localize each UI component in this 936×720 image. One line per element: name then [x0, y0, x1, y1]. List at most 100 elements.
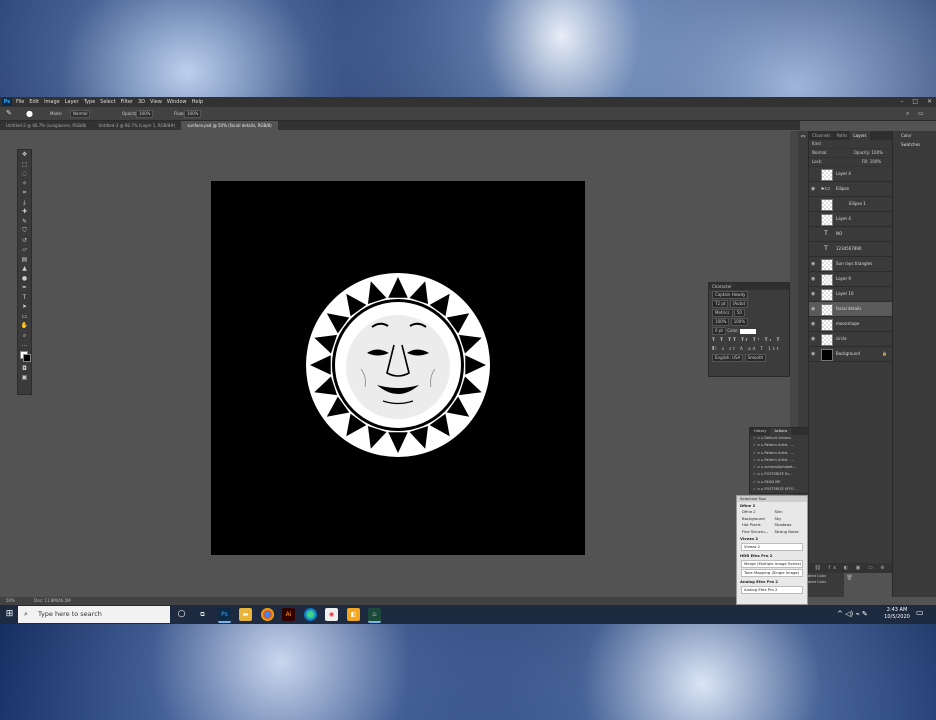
dodge-tool-icon[interactable]: ● [18, 274, 31, 284]
tab-layers[interactable]: Layers [850, 131, 870, 140]
layer-row[interactable]: ◉ ▸▭ Ellipse [809, 182, 893, 197]
marquee-tool-icon[interactable]: ⬚ [18, 160, 31, 170]
cortana-icon[interactable]: ○ [175, 608, 188, 621]
layer-row[interactable]: ◉ circle [809, 332, 893, 347]
illustrator-icon[interactable]: Ai [282, 608, 295, 621]
fill-input[interactable]: 100% [870, 159, 881, 164]
task-view-icon[interactable]: ⧉ [196, 608, 209, 621]
search-icon[interactable]: ⌕ [906, 107, 909, 120]
layer-row[interactable]: T 1234567890 [809, 242, 893, 257]
adjust-color-item-2[interactable]: ated Color [808, 579, 844, 585]
layer-row[interactable]: Layer 4 [809, 167, 893, 182]
document-tab[interactable]: Untitled-3 @ 66.7% (Layer 1, RGB/8#) [92, 121, 181, 130]
layer-row[interactable]: Layer 4 [809, 212, 893, 227]
visibility-eye-icon[interactable]: ◉ [811, 287, 815, 301]
eraser-icon[interactable]: ▱ [18, 245, 31, 255]
hand-tool-icon[interactable]: ✋ [18, 321, 31, 331]
hdr-header[interactable]: HDR Efex Pro 2 [737, 552, 807, 559]
action-toggle-icon[interactable]: ✓ ▭ ▸ [753, 458, 764, 462]
steam-icon[interactable]: ♨ [368, 608, 381, 623]
menu-image[interactable]: Image [44, 99, 60, 105]
quick-select-icon[interactable]: ✧ [18, 179, 31, 189]
visibility-eye-icon[interactable]: ◉ [811, 317, 815, 331]
healing-brush-icon[interactable]: ✚ [18, 207, 31, 217]
dfine-option[interactable]: Strong Noise [775, 529, 808, 536]
layer-row[interactable]: T NO [809, 227, 893, 242]
network-icon[interactable]: ⌁ [855, 610, 859, 618]
photoshop-taskbar-icon[interactable]: Ps [218, 608, 231, 623]
antialias-select[interactable]: Smooth [744, 354, 767, 362]
menu-edit[interactable]: Edit [29, 99, 39, 105]
panel-collapse-icon[interactable]: ⇔ [798, 133, 808, 140]
action-set-item[interactable]: ✓ ▭ ▸ READ ME [750, 479, 808, 486]
document-tab[interactable]: sunface.psd @ 50% (facial details, RGB/8… [181, 121, 278, 130]
hdr-tonemap-button[interactable]: Tone Mapping (Single Image) [741, 569, 803, 577]
kind-filter[interactable]: Kind [812, 141, 821, 146]
workspace-icon[interactable]: ▭ [918, 107, 924, 120]
action-toggle-icon[interactable]: ✓ ▭ ▸ [753, 487, 764, 491]
action-set-item[interactable]: ✓ ▭ ▸ Pattern Artist - ... [750, 450, 808, 457]
taskbar-search-box[interactable]: ⌕ Type here to search [18, 606, 170, 623]
swatches-panel-tab[interactable]: Swatches [893, 140, 936, 149]
file-explorer-icon[interactable]: ▬ [239, 608, 252, 621]
taskbar-app-icon[interactable]: ◧ [347, 608, 360, 621]
menu-select[interactable]: Select [100, 99, 115, 105]
visibility-eye-icon[interactable]: ◉ [811, 332, 815, 346]
layer-row[interactable]: ◉ moonshape [809, 317, 893, 332]
tab-actions[interactable]: Actions [770, 428, 792, 435]
layer-opacity-input[interactable]: 100% [872, 150, 883, 155]
layer-row[interactable]: ◉ Background 🔒 [809, 347, 893, 362]
visibility-eye-icon[interactable]: ◉ [811, 347, 815, 361]
language-select[interactable]: English: USA [712, 354, 744, 362]
mode-select[interactable]: Normal [70, 110, 91, 118]
tab-paths[interactable]: Paths [834, 131, 851, 140]
baseline-shift-input[interactable]: 0 pt [712, 327, 726, 335]
analog-header[interactable]: Analog Efex Pro 2 [737, 578, 807, 585]
visibility-eye-icon[interactable]: ◉ [811, 302, 815, 316]
tracking-input[interactable]: 50 [733, 309, 745, 317]
visibility-eye-icon[interactable]: ◉ [811, 182, 815, 196]
action-toggle-icon[interactable]: ✓ ▭ ▸ [753, 480, 764, 484]
type-style-buttons[interactable]: T T TT Tr T¹ T₁ T T [709, 335, 789, 351]
visibility-eye-icon[interactable]: ◉ [811, 257, 815, 271]
more-tools-icon[interactable]: … [18, 340, 31, 350]
action-toggle-icon[interactable]: ✓ ▭ ▸ [753, 472, 764, 476]
menu-type[interactable]: Type [84, 99, 95, 105]
lasso-tool-icon[interactable]: ◌ [18, 169, 31, 179]
layer-row[interactable]: Ellipse 1 [809, 197, 893, 212]
action-set-item[interactable]: ✓ ▭ ▸ POSTERIZE Ex... [750, 471, 808, 478]
app-icon[interactable]: ◉ [325, 608, 338, 621]
move-tool-icon[interactable]: ✥ [18, 150, 31, 160]
action-set-item[interactable]: ✓ ▭ ▸ Pattern Artist - ... [750, 457, 808, 464]
gradient-tool-icon[interactable]: ▤ [18, 255, 31, 265]
analog-button[interactable]: Analog Efex Pro 2 [741, 586, 803, 594]
quick-mask-icon[interactable]: ◘ [18, 364, 31, 374]
notifications-icon[interactable]: ▭ [916, 608, 924, 617]
menu-help[interactable]: Help [192, 99, 203, 105]
layer-row[interactable]: ◉ Layer 10 [809, 287, 893, 302]
maximize-icon[interactable]: □ [912, 98, 918, 105]
font-size-input[interactable]: 72 pt [712, 300, 729, 308]
blend-mode-select[interactable]: Normal [812, 150, 826, 155]
edge-icon[interactable] [304, 608, 317, 621]
close-icon[interactable]: ✕ [927, 98, 932, 105]
visibility-eye-icon[interactable]: ◉ [811, 272, 815, 286]
layer-row[interactable]: ◉ facial details [809, 302, 893, 317]
menu-file[interactable]: File [16, 99, 24, 105]
color-panel-tab[interactable]: Color [893, 131, 936, 140]
eyedropper-icon[interactable]: ⤓ [18, 198, 31, 208]
tray-chevron-icon[interactable]: ^ [837, 610, 843, 618]
opacity-input[interactable]: 100% [136, 110, 154, 118]
dfine-header[interactable]: Dfine 2 [737, 502, 807, 509]
layers-footer-icons[interactable]: ⛓ fx ◐ ▣ ▭ ⊕ 🗑 [809, 563, 893, 581]
menu-layer[interactable]: Layer [65, 99, 79, 105]
kerning-select[interactable]: Metrics [712, 309, 733, 317]
action-toggle-icon[interactable]: ✓ ▭ ▸ [753, 443, 764, 447]
volume-icon[interactable]: ◁) [845, 610, 853, 618]
document-tab[interactable]: Untitled-2 @ 66.7% (sunglasses, RGB/8) [0, 121, 92, 130]
viveza-header[interactable]: Viveza 2 [737, 535, 807, 542]
text-color-swatch[interactable] [740, 328, 757, 334]
chrome-icon[interactable] [261, 608, 274, 621]
minimize-icon[interactable]: – [900, 98, 903, 105]
color-swatches[interactable] [18, 350, 31, 364]
